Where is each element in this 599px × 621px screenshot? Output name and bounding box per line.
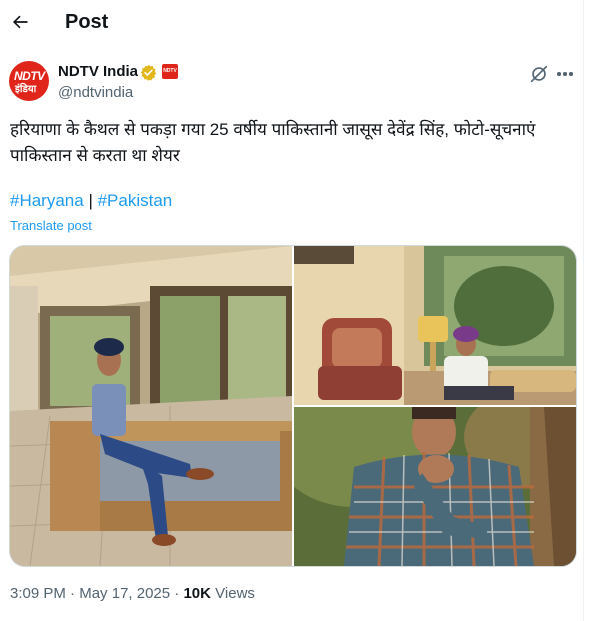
more-options-button[interactable]	[553, 63, 577, 85]
photo-veranda	[10, 246, 292, 566]
views-count: 10K	[183, 585, 211, 602]
photo-lounge	[294, 246, 576, 405]
affiliate-badge[interactable]: NDTV	[162, 64, 178, 79]
more-dot	[569, 72, 573, 76]
hashtag-link[interactable]: #Haryana	[10, 191, 84, 210]
verified-badge-icon[interactable]	[140, 64, 157, 81]
column-border	[583, 0, 584, 621]
page-title: Post	[65, 11, 109, 33]
hashtag-link[interactable]: #Pakistan	[98, 191, 173, 210]
views-label: Views	[211, 585, 255, 602]
post-image[interactable]	[294, 407, 576, 566]
meta-separator: ·	[170, 585, 184, 602]
media-grid	[9, 245, 577, 567]
top-bar: Post	[0, 0, 583, 48]
photo-closeup	[294, 407, 576, 566]
post-image[interactable]	[10, 246, 292, 566]
back-button[interactable]	[6, 8, 34, 36]
author-name[interactable]: NDTV India	[58, 63, 138, 80]
hashtag-line: #Haryana | #Pakistan	[10, 191, 172, 211]
arrow-left-icon	[13, 15, 28, 29]
grok-button[interactable]	[528, 63, 550, 85]
more-horizontal-icon	[557, 72, 561, 76]
author-handle[interactable]: @ndtvindia	[58, 84, 133, 101]
post-image[interactable]	[294, 246, 576, 405]
grok-icon	[530, 65, 548, 83]
post-text: हरियाणा के कैथल से पकड़ा गया 25 वर्षीय प…	[10, 120, 536, 165]
avatar-logo-subtext: इंडिया	[15, 84, 37, 95]
post-date[interactable]: May 17, 2025	[79, 585, 170, 602]
post-time[interactable]: 3:09 PM	[10, 585, 66, 602]
meta-separator: ·	[65, 585, 80, 602]
more-dot	[563, 72, 567, 76]
translate-post-link[interactable]: Translate post	[10, 218, 92, 233]
avatar[interactable]: NDTV इंडिया	[9, 61, 49, 101]
hashtag-separator: |	[83, 191, 98, 210]
post-meta: 3:09 PM · May 17, 2025 · 10K Views	[10, 585, 255, 602]
